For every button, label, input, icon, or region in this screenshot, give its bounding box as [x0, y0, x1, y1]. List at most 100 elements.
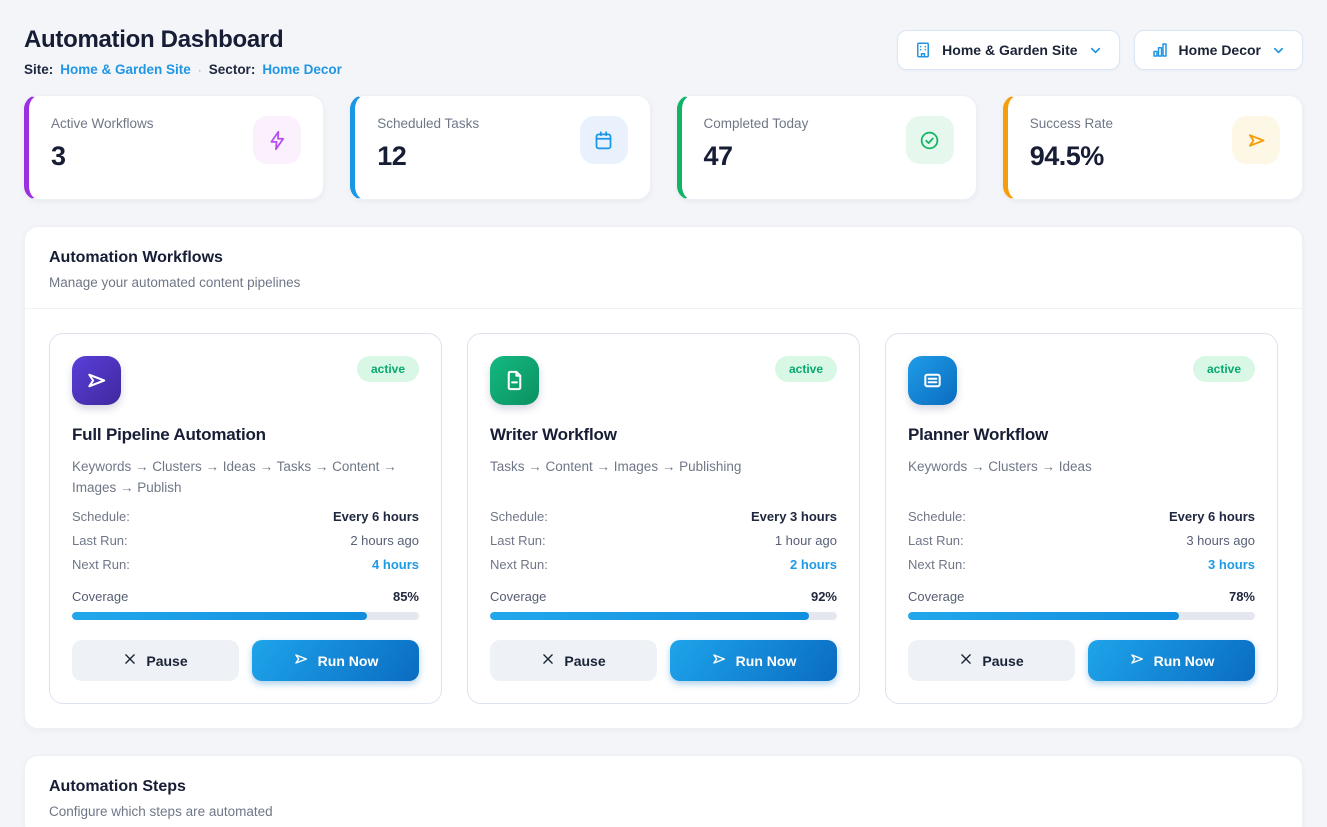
last-run-value: 1 hour ago	[775, 533, 837, 548]
coverage-label: Coverage	[490, 589, 546, 604]
calendar-icon	[580, 116, 628, 164]
site-selector-label: Home & Garden Site	[942, 42, 1077, 58]
file-text-icon	[490, 356, 539, 405]
next-run-value: 2 hours	[790, 557, 837, 572]
next-run-label: Next Run:	[490, 557, 548, 572]
run-now-button[interactable]: Run Now	[252, 640, 419, 681]
coverage-progress-fill	[72, 612, 367, 620]
zap-icon	[253, 116, 301, 164]
next-run-label: Next Run:	[908, 557, 966, 572]
workflow-pipeline: Tasks → Content → Images → Publishing	[490, 457, 837, 499]
send-icon	[72, 356, 121, 405]
sector-selector-dropdown[interactable]: Home Decor	[1134, 30, 1303, 70]
site-selector-dropdown[interactable]: Home & Garden Site	[897, 30, 1119, 70]
last-run-label: Last Run:	[490, 533, 546, 548]
pause-button[interactable]: Pause	[908, 640, 1075, 681]
last-run-label: Last Run:	[72, 533, 128, 548]
send-icon	[1232, 116, 1280, 164]
workflow-grid: active Full Pipeline Automation Keywords…	[49, 333, 1278, 704]
section-title: Automation Workflows	[49, 249, 1278, 267]
pause-button-label: Pause	[146, 653, 187, 669]
run-now-button-label: Run Now	[736, 653, 797, 669]
run-now-button[interactable]: Run Now	[1088, 640, 1255, 681]
stat-card-success-rate: Success Rate 94.5%	[1003, 95, 1303, 200]
list-icon	[908, 356, 957, 405]
last-run-value: 3 hours ago	[1186, 533, 1255, 548]
building-icon	[914, 41, 932, 59]
page-title: Automation Dashboard	[24, 26, 342, 54]
site-link[interactable]: Home & Garden Site	[60, 62, 191, 77]
coverage-progress-fill	[908, 612, 1179, 620]
stat-value: 12	[377, 141, 479, 172]
check-circle-icon	[906, 116, 954, 164]
stat-card-active-workflows: Active Workflows 3	[24, 95, 324, 200]
separator-dot: ·	[198, 63, 202, 77]
run-now-button-label: Run Now	[1154, 653, 1215, 669]
workflow-title: Full Pipeline Automation	[72, 425, 419, 445]
next-run-value: 4 hours	[372, 557, 419, 572]
coverage-percent: 92%	[811, 589, 837, 604]
workflow-card-writer: active Writer Workflow Tasks → Content →…	[467, 333, 860, 704]
stat-card-scheduled-tasks: Scheduled Tasks 12	[350, 95, 650, 200]
status-badge: active	[357, 356, 419, 382]
coverage-progress-bar	[490, 612, 837, 620]
x-icon	[541, 652, 555, 669]
pause-button-label: Pause	[564, 653, 605, 669]
schedule-label: Schedule:	[490, 509, 548, 524]
coverage-progress-bar	[72, 612, 419, 620]
workflow-card-planner: active Planner Workflow Keywords → Clust…	[885, 333, 1278, 704]
chevron-down-icon	[1088, 43, 1103, 58]
x-icon	[959, 652, 973, 669]
run-now-button-label: Run Now	[318, 653, 379, 669]
chevron-down-icon	[1271, 43, 1286, 58]
section-head: Automation Workflows Manage your automat…	[25, 227, 1302, 309]
sector-link[interactable]: Home Decor	[262, 62, 342, 77]
coverage-progress-bar	[908, 612, 1255, 620]
last-run-label: Last Run:	[908, 533, 964, 548]
send-icon	[1129, 651, 1145, 670]
next-run-label: Next Run:	[72, 557, 130, 572]
status-badge: active	[775, 356, 837, 382]
section-subtitle: Manage your automated content pipelines	[49, 275, 1278, 290]
coverage-progress-fill	[490, 612, 809, 620]
bar-chart-icon	[1151, 41, 1169, 59]
workflow-pipeline: Keywords → Clusters → Ideas → Tasks → Co…	[72, 457, 419, 499]
coverage-label: Coverage	[908, 589, 964, 604]
section-subtitle: Configure which steps are automated	[49, 804, 1278, 819]
stats-row: Active Workflows 3 Scheduled Tasks 12 Co…	[24, 95, 1303, 200]
stat-label: Active Workflows	[51, 116, 154, 131]
next-run-value: 3 hours	[1208, 557, 1255, 572]
send-icon	[711, 651, 727, 670]
pause-button[interactable]: Pause	[490, 640, 657, 681]
schedule-label: Schedule:	[908, 509, 966, 524]
workflow-pipeline: Keywords → Clusters → Ideas	[908, 457, 1255, 499]
stat-value: 3	[51, 141, 154, 172]
workflow-title: Planner Workflow	[908, 425, 1255, 445]
last-run-value: 2 hours ago	[350, 533, 419, 548]
status-badge: active	[1193, 356, 1255, 382]
workflow-title: Writer Workflow	[490, 425, 837, 445]
coverage-percent: 78%	[1229, 589, 1255, 604]
sector-label: Sector:	[209, 62, 256, 77]
page-header: Automation Dashboard Site: Home & Garden…	[24, 22, 1303, 77]
automation-workflows-section: Automation Workflows Manage your automat…	[24, 226, 1303, 729]
schedule-value: Every 6 hours	[333, 509, 419, 524]
pause-button[interactable]: Pause	[72, 640, 239, 681]
run-now-button[interactable]: Run Now	[670, 640, 837, 681]
stat-value: 47	[704, 141, 809, 172]
pause-button-label: Pause	[982, 653, 1023, 669]
coverage-label: Coverage	[72, 589, 128, 604]
workflow-card-full-pipeline: active Full Pipeline Automation Keywords…	[49, 333, 442, 704]
breadcrumb: Site: Home & Garden Site · Sector: Home …	[24, 62, 342, 77]
stat-label: Success Rate	[1030, 116, 1113, 131]
stat-value: 94.5%	[1030, 141, 1113, 172]
schedule-value: Every 6 hours	[1169, 509, 1255, 524]
site-label: Site:	[24, 62, 53, 77]
stat-label: Scheduled Tasks	[377, 116, 479, 131]
section-title: Automation Steps	[49, 778, 1278, 796]
schedule-value: Every 3 hours	[751, 509, 837, 524]
coverage-percent: 85%	[393, 589, 419, 604]
sector-selector-label: Home Decor	[1179, 42, 1261, 58]
x-icon	[123, 652, 137, 669]
stat-card-completed-today: Completed Today 47	[677, 95, 977, 200]
